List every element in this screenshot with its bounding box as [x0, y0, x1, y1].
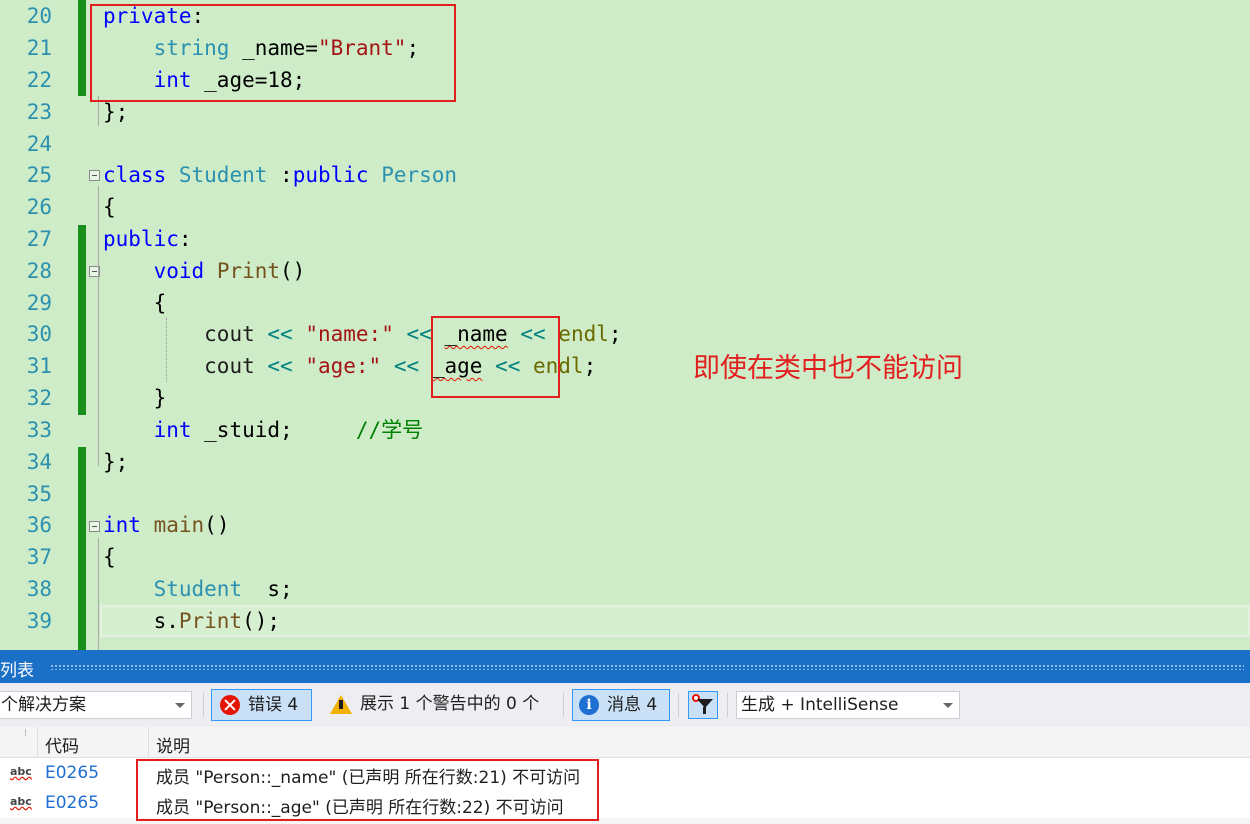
chevron-down-icon: [943, 703, 953, 708]
line-number: 37: [26, 545, 52, 569]
change-bar: [78, 478, 86, 650]
code-line: {: [103, 195, 116, 219]
code-line: };: [103, 450, 129, 474]
warning-icon: [330, 695, 352, 714]
line-number: 34: [26, 450, 52, 474]
change-bar: [78, 447, 86, 479]
scope-dropdown-value: 个解决方案: [1, 695, 86, 715]
warnings-filter-button[interactable]: 展示 1 个警告中的 0 个: [322, 689, 558, 721]
line-number: 27: [26, 227, 52, 251]
warnings-button-label: 展示 1 个警告中的 0 个: [360, 694, 540, 714]
access-error-highlight-box: [431, 316, 560, 398]
line-number: 25: [26, 163, 52, 187]
line-number: 22: [26, 68, 52, 92]
intellisense-error-icon: abc: [10, 765, 32, 778]
line-number: 26: [26, 195, 52, 219]
messages-button-label: 消息 4: [607, 695, 658, 715]
column-separator[interactable]: [148, 727, 149, 757]
code-line: class Student :public Person: [103, 163, 458, 187]
error-code-link[interactable]: E0265: [45, 763, 99, 783]
scope-line: [98, 538, 99, 650]
toolbar-separator: [727, 693, 728, 717]
build-source-value: 生成 + IntelliSense: [741, 695, 899, 715]
change-bar: [78, 0, 86, 96]
line-number: 20: [26, 4, 52, 28]
private-members-highlight-box: [90, 4, 456, 102]
line-number: 32: [26, 386, 52, 410]
line-number: 24: [26, 132, 52, 156]
code-line: int _stuid; //学号: [153, 418, 424, 442]
line-number: 35: [26, 482, 52, 506]
code-line: s.Print();: [103, 609, 281, 633]
code-editor[interactable]: 20 21 22 23 24 25 26 27 28 29 30 31 32 3…: [0, 0, 1250, 650]
column-separator[interactable]: [37, 727, 38, 757]
change-bar: [78, 225, 86, 415]
panel-title: 列表: [0, 661, 34, 681]
fold-toggle-icon[interactable]: [89, 521, 100, 532]
error-code-link[interactable]: E0265: [45, 793, 99, 813]
line-number: 21: [26, 36, 52, 60]
line-number: 31: [26, 354, 52, 378]
error-list-panel: 列表 个解决方案 错误 4 展示 1 个警告中的 0 个 i 消息 4 生成 +…: [0, 650, 1250, 824]
toolbar-separator: [563, 693, 564, 717]
line-number: 28: [26, 259, 52, 283]
code-line: void Print(): [153, 259, 306, 283]
error-list-toolbar: 个解决方案 错误 4 展示 1 个警告中的 0 个 i 消息 4 生成 + In…: [0, 683, 1250, 727]
line-number: 33: [26, 418, 52, 442]
messages-filter-button[interactable]: i 消息 4: [572, 689, 670, 721]
errors-filter-button[interactable]: 错误 4: [211, 689, 312, 721]
toolbar-separator: [203, 693, 204, 717]
drag-grip[interactable]: [50, 664, 1244, 670]
toolbar-separator: [678, 693, 679, 717]
code-line: int main(): [103, 513, 230, 537]
code-line: }: [103, 386, 167, 410]
fold-toggle-icon[interactable]: [89, 170, 100, 181]
build-source-dropdown[interactable]: 生成 + IntelliSense: [736, 691, 960, 719]
intellisense-error-icon: abc: [10, 795, 32, 808]
errors-button-label: 错误 4: [248, 695, 299, 715]
annotation-text: 即使在类中也不能访问: [693, 353, 963, 384]
code-line: public:: [103, 227, 192, 251]
error-rows-highlight-box: [136, 759, 599, 821]
scope-line: [98, 186, 99, 466]
filter-icon[interactable]: [688, 691, 718, 719]
line-number: 30: [26, 322, 52, 346]
error-list-header: ⁝ 代码 说明: [0, 727, 1250, 758]
column-header-code[interactable]: 代码: [45, 732, 79, 757]
scope-dropdown[interactable]: 个解决方案: [0, 691, 192, 719]
line-number-gutter: 20 21 22 23 24 25 26 27 28 29 30 31 32 3…: [0, 0, 70, 650]
line-number: 39: [26, 609, 52, 633]
info-icon: i: [579, 695, 599, 715]
error-icon: [220, 695, 240, 715]
code-line: Student s;: [153, 577, 293, 601]
line-number: 29: [26, 291, 52, 315]
code-line: {: [103, 545, 116, 569]
column-chooser-icon[interactable]: ⁝: [24, 728, 27, 739]
panel-title-bar[interactable]: 列表: [0, 650, 1250, 683]
line-number: 23: [26, 100, 52, 124]
code-line: {: [103, 291, 167, 315]
line-number: 36: [26, 513, 52, 537]
chevron-down-icon: [175, 703, 185, 708]
column-header-description[interactable]: 说明: [156, 732, 190, 757]
line-number: 38: [26, 577, 52, 601]
